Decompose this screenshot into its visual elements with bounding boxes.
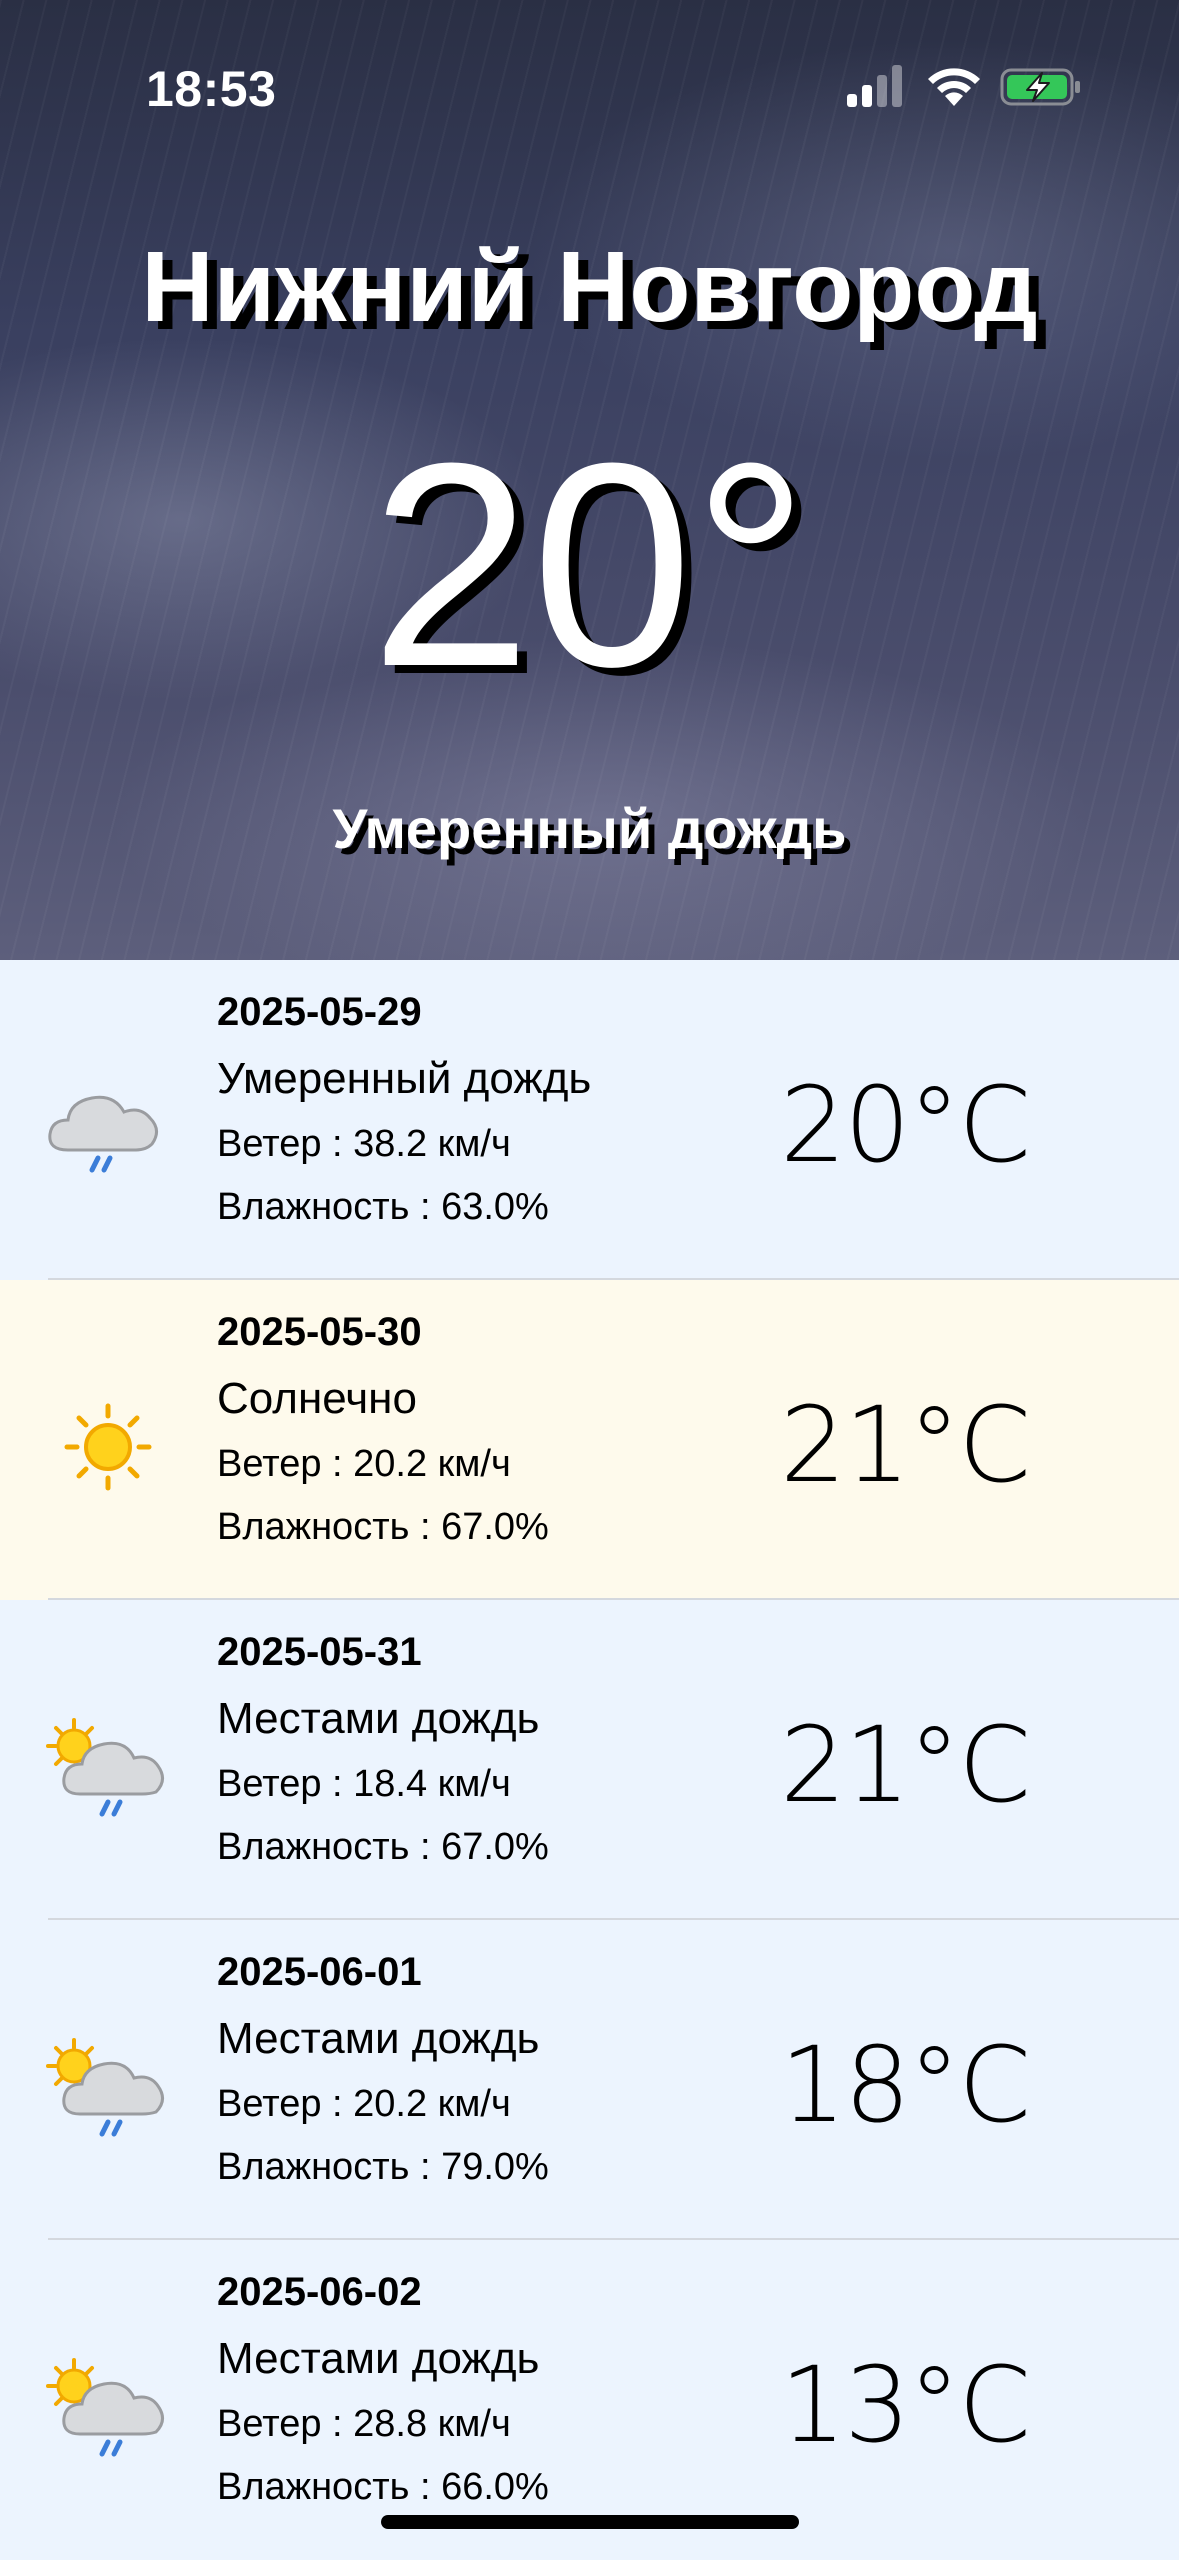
forecast-temperature: 21°C (780, 1704, 1031, 1826)
forecast-date: 2025-05-29 (217, 990, 422, 1034)
forecast-list: 2025-05-29 Умеренный дождь Ветер : 38.2 … (0, 960, 1179, 2560)
forecast-condition: Местами дождь (217, 2334, 540, 2383)
forecast-row[interactable]: 2025-05-29 Умеренный дождь Ветер : 38.2 … (0, 960, 1179, 1280)
battery-charging-icon (1000, 68, 1080, 106)
forecast-row[interactable]: 2025-05-30 Солнечно Ветер : 20.2 км/ч Вл… (0, 1280, 1179, 1600)
forecast-humidity: Влажность : 63.0% (217, 1186, 549, 1228)
forecast-wind: Ветер : 38.2 км/ч (217, 1123, 511, 1165)
forecast-wind: Ветер : 20.2 км/ч (217, 2083, 511, 2125)
forecast-condition: Местами дождь (217, 2014, 540, 2063)
forecast-humidity: Влажность : 67.0% (217, 1826, 549, 1868)
rain-cloud-icon (48, 1095, 158, 1173)
current-temperature: 20° (370, 403, 809, 727)
forecast-temperature: 13°C (780, 2344, 1031, 2466)
forecast-date: 2025-06-02 (217, 2270, 422, 2314)
forecast-row[interactable]: 2025-05-31 Местами дождь Ветер : 18.4 км… (0, 1600, 1179, 1920)
home-indicator[interactable] (381, 2515, 799, 2529)
forecast-wind: Ветер : 20.2 км/ч (217, 1443, 511, 1485)
sun-rain-cloud-icon (46, 2358, 164, 2457)
forecast-row[interactable]: 2025-06-01 Местами дождь Ветер : 20.2 км… (0, 1920, 1179, 2240)
cellular-signal-icon (847, 65, 902, 107)
forecast-humidity: Влажность : 66.0% (217, 2466, 549, 2508)
current-weather-header: 18:53 Нижний Новгород 20° Умеренный дожд… (0, 0, 1179, 960)
forecast-temperature: 20°C (780, 1064, 1031, 1186)
status-time: 18:53 (146, 61, 277, 117)
forecast-temperature: 21°C (780, 1384, 1031, 1506)
city-name: Нижний Новгород (141, 231, 1038, 343)
forecast-date: 2025-05-31 (217, 1630, 422, 1674)
forecast-condition: Солнечно (217, 1374, 417, 1423)
current-description: Умеренный дождь (332, 797, 847, 860)
forecast-date: 2025-05-30 (217, 1310, 422, 1354)
sun-rain-cloud-icon (46, 2038, 164, 2137)
forecast-date: 2025-06-01 (217, 1950, 422, 1994)
forecast-condition: Местами дождь (217, 1694, 540, 1743)
forecast-humidity: Влажность : 67.0% (217, 1506, 549, 1548)
forecast-wind: Ветер : 18.4 км/ч (217, 1763, 511, 1805)
forecast-humidity: Влажность : 79.0% (217, 2146, 549, 2188)
sun-rain-cloud-icon (46, 1718, 164, 1817)
forecast-condition: Умеренный дождь (217, 1054, 592, 1103)
forecast-wind: Ветер : 28.8 км/ч (217, 2403, 511, 2445)
wifi-icon (928, 68, 980, 106)
forecast-temperature: 18°C (780, 2024, 1031, 2146)
forecast-row[interactable]: 2025-06-02 Местами дождь Ветер : 28.8 км… (0, 2240, 1179, 2560)
sun-icon (64, 1403, 152, 1491)
